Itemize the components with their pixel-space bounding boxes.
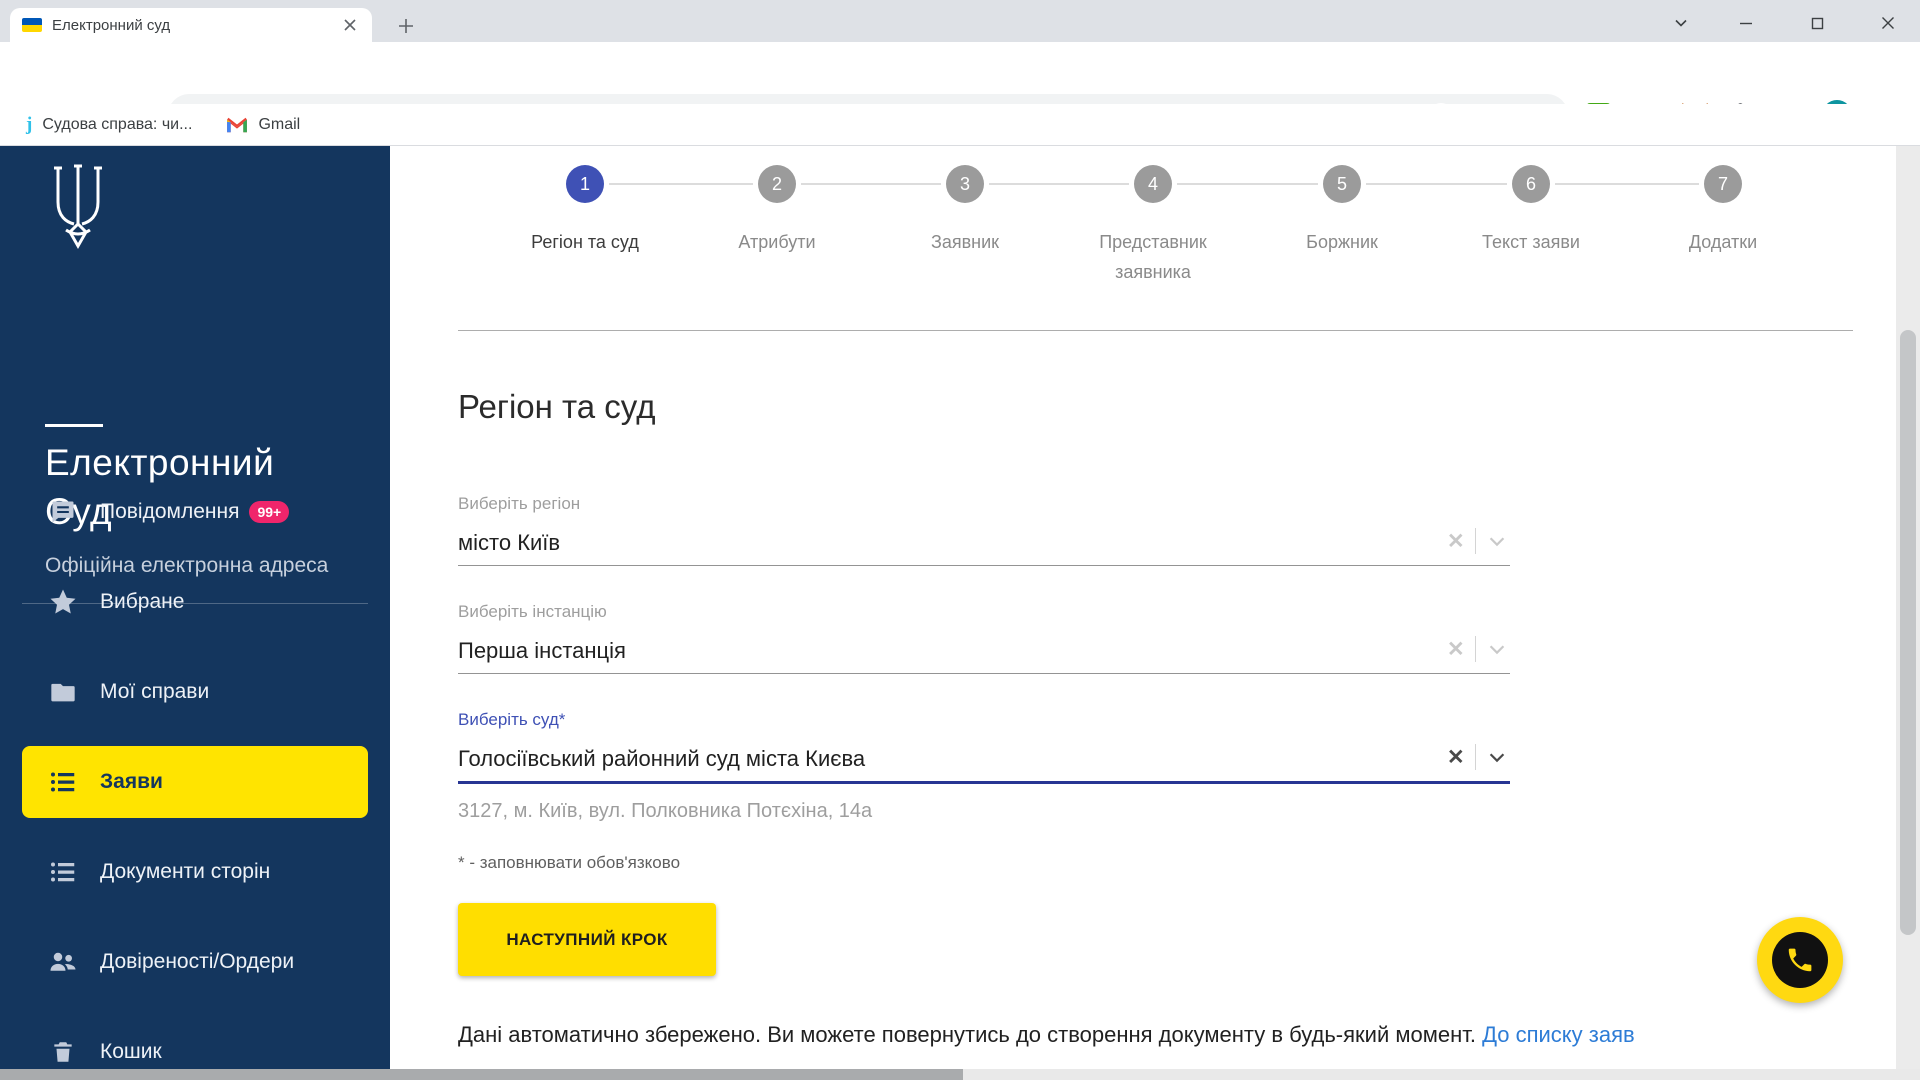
instance-field-value[interactable]: Перша інстанція (458, 638, 626, 664)
step-4-label: Представник заявника (1083, 227, 1223, 287)
phone-icon (1772, 932, 1828, 988)
region-field-label: Виберіть регіон (458, 494, 580, 514)
messages-count-badge: 99+ (249, 501, 289, 523)
chevron-down-icon[interactable] (1486, 638, 1508, 660)
chevron-down-icon[interactable] (1486, 746, 1508, 768)
step-3-label: Заявник (880, 227, 1050, 257)
sidebar-item-claims[interactable]: Заяви (22, 746, 368, 818)
brand-divider (45, 424, 103, 427)
page-title: Регіон та суд (458, 388, 655, 426)
step-1-circle[interactable]: 1 (566, 165, 604, 203)
step-3-circle[interactable]: 3 (946, 165, 984, 203)
window-close-button[interactable] (1873, 8, 1903, 38)
sidebar-item-messages[interactable]: Повідомлення 99+ (0, 480, 390, 544)
step-connector (989, 183, 1129, 185)
claims-list-link[interactable]: До списку заяв (1482, 1022, 1635, 1047)
step-connector (1555, 183, 1699, 185)
sidebar: Електронний Суд Офіційна електронна адре… (0, 146, 390, 1069)
court-field-underline (458, 781, 1510, 784)
ukraine-flag-favicon (22, 18, 42, 32)
window-minimize-button[interactable] (1731, 8, 1761, 38)
step-6-circle[interactable]: 6 (1512, 165, 1550, 203)
clear-icon[interactable]: ✕ (1447, 529, 1465, 554)
new-tab-button[interactable] (392, 12, 420, 40)
trident-logo-icon (45, 162, 111, 258)
tab-title: Електронний суд (52, 17, 340, 34)
sidebar-item-my-cases[interactable]: Мої справи (0, 660, 390, 724)
clear-icon[interactable]: ✕ (1447, 745, 1465, 770)
step-4-circle[interactable]: 4 (1134, 165, 1172, 203)
sidebar-item-label: Заяви (100, 770, 163, 794)
step-2-label: Атрибути (692, 227, 862, 257)
sidebar-item-label: Документи сторін (100, 860, 270, 884)
court-address-helper: 3127, м. Київ, вул. Полковника Потєхіна,… (458, 800, 872, 823)
bookmark-gmail[interactable]: Gmail (226, 116, 300, 134)
step-connector (1366, 183, 1507, 185)
field-separator (1475, 744, 1476, 770)
autosave-message: Дані автоматично збережено. Ви можете по… (458, 1022, 1635, 1048)
sidebar-item-label: Кошик (100, 1040, 162, 1064)
section-divider (458, 330, 1853, 331)
step-7-circle[interactable]: 7 (1704, 165, 1742, 203)
sidebar-item-label: Вибране (100, 590, 184, 614)
star-icon (48, 587, 78, 617)
region-field-underline (458, 565, 1510, 566)
gmail-icon (226, 116, 248, 134)
court-field-controls: ✕ (1447, 744, 1508, 770)
bookmark-case-favicon: j (26, 114, 32, 136)
sidebar-item-powers-of-attorney[interactable]: Довіреності/Ордери (0, 930, 390, 994)
trash-icon (48, 1037, 78, 1067)
sidebar-item-party-documents[interactable]: Документи сторін (0, 840, 390, 904)
chevron-down-icon[interactable] (1486, 530, 1508, 552)
list-icon (48, 767, 78, 797)
bookmarks-bar: j Судова справа: чи... Gmail (0, 104, 1920, 146)
sidebar-item-favorites[interactable]: Вибране (0, 570, 390, 634)
sidebar-item-label: Довіреності/Ордери (100, 950, 294, 974)
window-maximize-button[interactable] (1802, 8, 1832, 38)
bookmark-gmail-label: Gmail (258, 116, 300, 134)
message-icon (48, 497, 78, 527)
court-field-label: Виберіть суд* (458, 710, 565, 730)
step-5-circle[interactable]: 5 (1323, 165, 1361, 203)
sidebar-item-label: Повідомлення (100, 500, 239, 524)
browser-toolbar: cabinet.court.gov.ua/claims/f0a5a63d843e… (0, 42, 1920, 104)
folder-icon (48, 677, 78, 707)
list-icon (48, 857, 78, 887)
vertical-scrollbar-thumb[interactable] (1900, 330, 1916, 935)
next-step-button[interactable]: НАСТУПНИЙ КРОК (458, 903, 716, 976)
bookmark-case-label: Судова справа: чи... (42, 116, 192, 134)
field-separator (1475, 636, 1476, 662)
step-connector (609, 183, 753, 185)
horizontal-scrollbar-thumb[interactable] (0, 1069, 963, 1080)
people-icon (48, 947, 78, 977)
instance-field-label: Виберіть інстанцію (458, 602, 607, 622)
browser-tab-strip: Електронний суд (0, 0, 1920, 42)
step-2-circle[interactable]: 2 (758, 165, 796, 203)
step-connector (1177, 183, 1318, 185)
region-field-controls: ✕ (1447, 528, 1508, 554)
step-5-label: Боржник (1257, 227, 1427, 257)
court-field-value[interactable]: Голосіївський районний суд міста Києва (458, 746, 865, 772)
step-7-label: Додатки (1638, 227, 1808, 257)
instance-field-underline (458, 673, 1510, 674)
region-field-value[interactable]: місто Київ (458, 530, 560, 556)
browser-tab[interactable]: Електронний суд (10, 8, 372, 42)
instance-field-controls: ✕ (1447, 636, 1508, 662)
tab-close-icon[interactable] (340, 15, 360, 35)
step-1-label: Регіон та суд (500, 227, 670, 257)
step-connector (801, 183, 941, 185)
clear-icon[interactable]: ✕ (1447, 637, 1465, 662)
step-6-label: Текст заяви (1446, 227, 1616, 257)
required-note: * - заповнювати обов'язково (458, 853, 680, 873)
tab-search-chevron-icon[interactable] (1666, 8, 1696, 38)
sidebar-item-label: Мої справи (100, 680, 209, 704)
phone-support-fab[interactable] (1757, 917, 1843, 1003)
field-separator (1475, 528, 1476, 554)
bookmark-case[interactable]: j Судова справа: чи... (26, 114, 192, 136)
